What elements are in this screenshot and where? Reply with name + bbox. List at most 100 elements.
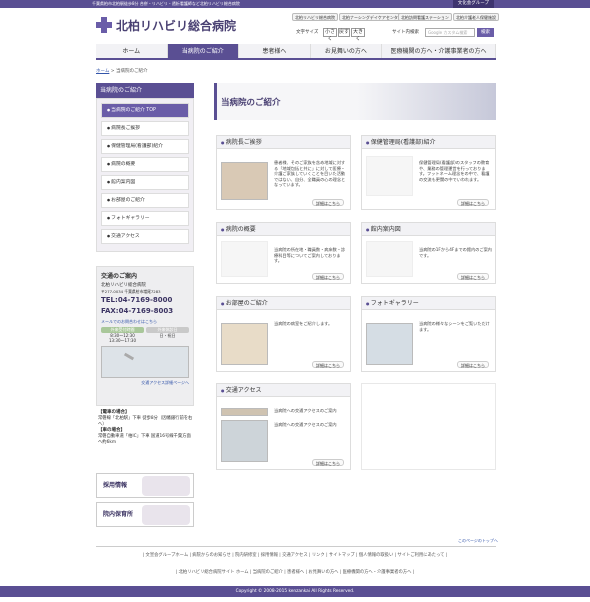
top-bar: 千葉県柏市北柏駅徒歩8分 合併・リハビリ・透析看護師など北柏リハビリ総合病院 [0,0,590,8]
group-link[interactable]: 文化会グループ [452,0,494,8]
more-button[interactable]: 詳細はこちら [312,459,344,466]
box-text: 当病院の1Fから4Fまでの館内のご案内です。 [419,247,492,258]
access-box: 交通のご案内 北柏リハビリ総合病院 〒277-0034 千葉県柏市増尾7283 … [96,266,194,406]
footer-links-group[interactable]: | 文宣会グループホーム | 病院からのお知らせ | 院内研修室 | 採用情報 … [0,552,590,558]
gallery-image [366,323,413,365]
footer-links-site[interactable]: | 北柏リハビリ総合病院サイト ホーム | 当病院のご紹介 | 患者様へ | お… [0,569,590,575]
box-text-2: 当病院への交通アクセスのご案内 [274,422,337,427]
room-image [221,323,268,365]
nav-about[interactable]: 当病院のご紹介 [167,44,240,58]
route-car-head: 【車の場合】 [98,428,125,433]
recruit-banner[interactable]: 採用情報 [96,473,194,498]
font-small-button[interactable]: 小さく [323,28,337,42]
box-text: 保健管理局(看護部)のスタッフの教育や、業務の管理運営を行っております。フットネ… [419,160,490,182]
box-gallery: フォトギャラリー 当病院の様々なシーンをご覧いただけます。 詳細はこちら [361,296,496,372]
overview-image [221,241,268,277]
sidebar-item-gallery[interactable]: フォトギャラリー [101,211,189,226]
more-button[interactable]: 詳細はこちら [457,361,489,368]
box-title[interactable]: フォトギャラリー [362,297,495,310]
access-image-1 [221,408,268,416]
site-search-label: サイト内検索 [392,30,419,35]
search-button[interactable]: 検索 [477,28,494,37]
box-floormap: 館内案内図 当病院の1Fから4Fまでの館内のご案内です。 詳細はこちら [361,222,496,284]
recruit-label: 採用情報 [103,482,128,489]
font-reset-button[interactable]: 戻す [338,28,350,37]
quick-link-nursing-station[interactable]: 北柏訪問看護ステーション [398,13,452,21]
staff-illustration [142,476,190,496]
route-train-head: 【電車の場合】 [98,410,130,415]
page-title: 当病院のご紹介 [221,98,281,108]
fax-number: FAX:04-7169-8003 [101,307,174,315]
box-access: 交通アクセス 当病院への交通アクセスのご案内 当病院への交通アクセスのご案内 詳… [216,383,351,470]
breadcrumb-current: 当病院のご紹介 [116,69,148,74]
sidebar-item-overview[interactable]: 病院の概要 [101,157,189,172]
route-car-text: 常磐自動車道「柏IC」下車 国道16号線千葉方面へ約6km [98,434,191,445]
route-info: 【電車の場合】 常磐線「北柏駅」下車 徒歩8分（因幡銀行前を右へ） 【車の場合】… [98,410,194,446]
mail-link[interactable]: メールでのお問合わせはこちら [101,319,189,325]
closed-value: 日・祝日 [159,333,176,338]
nav-visitors[interactable]: お見舞いの方へ [310,44,383,58]
sidebar-item-access[interactable]: 交通アクセス [101,229,189,244]
more-button[interactable]: 詳細はこちら [312,273,344,280]
route-train-text: 常磐線「北柏駅」下車 徒歩8分（因幡銀行前を右へ） [98,416,193,427]
nav-medical[interactable]: 医療機関の方へ・介護事業者の方へ [382,44,496,58]
top-text: 千葉県柏市北柏駅徒歩8分 合併・リハビリ・透析看護師など北柏リハビリ総合病院 [92,1,240,6]
children-illustration [142,505,190,525]
box-title[interactable]: 交通アクセス [217,384,350,397]
sidebar-item-top[interactable]: 当病院のご紹介 TOP [101,103,189,118]
breadcrumb-home[interactable]: ホーム [96,69,109,74]
box-overview: 病院の概要 当病院の所在地・職員数・病床数・診療科目等についてご案内しております… [216,222,351,284]
hours-value: 8:30〜12:30 13:30〜17:30 [108,333,137,343]
access-map[interactable] [101,346,189,378]
footer-divider [96,546,496,547]
box-text: 当病院への交通アクセスのご案内 [274,408,337,413]
daycare-label: 院内保育所 [103,511,134,518]
pagetop-link[interactable]: このページのトップへ [458,538,498,544]
breadcrumb: ホーム > 当病院のご紹介 [96,69,148,74]
box-nursing: 保健管理局(看護部)紹介 保健管理局(看護部)のスタッフの教育や、業務の管理運営… [361,135,496,210]
sidebar-item-rooms[interactable]: お部屋のご紹介 [101,193,189,208]
more-button[interactable]: 詳細はこちら [457,199,489,206]
box-rooms: お部屋のご紹介 当病院の病室をご紹介します。 詳細はこちら [216,296,351,372]
access-detail-link[interactable]: 交通アクセス詳細ページへ [101,380,189,386]
daycare-banner[interactable]: 院内保育所 [96,502,194,527]
main-title-banner: 当病院のご紹介 [214,83,496,120]
nav-patients[interactable]: 患者様へ [239,44,311,58]
hours: 外来受付時間 8:30〜12:30 13:30〜17:30 外来休診日 日・祝日 [101,327,189,343]
box-title[interactable]: 館内案内図 [362,223,495,236]
font-large-button[interactable]: 大きく [351,28,365,42]
sidebar: 当病院のご紹介 当病院のご紹介 TOP 病院長ご挨拶 保健管理局(看護部)紹介 … [96,83,194,252]
box-title[interactable]: 病院長ご挨拶 [217,136,350,149]
font-size-label: 文字サイズ [296,30,319,35]
box-text: 当病院の病室をご紹介します。 [274,321,333,326]
floormap-image [366,241,413,277]
logo-text: 北柏リハビリ総合病院 [116,18,237,33]
box-title[interactable]: 保健管理局(看護部)紹介 [362,136,495,149]
empty-box [361,383,496,470]
sidebar-item-floormap[interactable]: 館内案内図 [101,175,189,190]
nav-home[interactable]: ホーム [96,44,168,58]
box-title[interactable]: 病院の概要 [217,223,350,236]
nursing-image [366,156,413,196]
logo[interactable]: 北柏リハビリ総合病院 [96,14,236,36]
cross-logo-icon [96,17,112,33]
box-text: 当病院の様々なシーンをご覧いただけます。 [419,321,490,332]
hospital-building-image [221,162,268,200]
quick-link-daycare[interactable]: 北柏ナーシングデイケアセンター [339,13,405,21]
sidebar-item-nursing[interactable]: 保健管理局(看護部)紹介 [101,139,189,154]
more-button[interactable]: 詳細はこちら [457,273,489,280]
more-button[interactable]: 詳細はこちら [312,361,344,368]
main-nav: ホーム 当病院のご紹介 患者様へ お見舞いの方へ 医療機関の方へ・介護事業者の方… [96,44,496,60]
box-title[interactable]: お部屋のご紹介 [217,297,350,310]
quick-link-care-facility[interactable]: 北柏介護老人保健施設 [453,13,499,21]
sidebar-item-greeting[interactable]: 病院長ご挨拶 [101,121,189,136]
sidebar-list: 当病院のご紹介 TOP 病院長ご挨拶 保健管理局(看護部)紹介 病院の概要 館内… [96,98,194,252]
search-input[interactable]: Google カスタム検索 [425,28,475,37]
quick-link-hospital[interactable]: 北柏リハビリ総合病院 [292,13,338,21]
copyright: Copyright © 2008-2015 kenzankai All Righ… [0,586,590,597]
more-button[interactable]: 詳細はこちら [312,199,344,206]
access-title: 交通のご案内 [101,273,138,280]
box-text: 患者様、そのご家族を含め地域に対する「地域包括と共に」に対して医療・介護ご家族し… [274,160,346,187]
access-image-2 [221,420,268,462]
tel-number: TEL:04-7169-8000 [101,296,173,304]
